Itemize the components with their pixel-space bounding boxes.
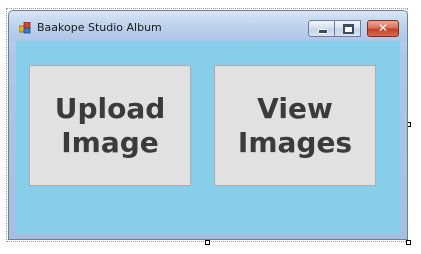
form-client-area: Upload Image View Images [16,41,400,234]
upload-image-label: Upload Image [54,91,166,159]
minimize-icon [318,29,328,34]
title-bar[interactable]: Baakope Studio Album ✕ [9,11,407,41]
form-designer-surface: Baakope Studio Album ✕ Upload Image View… [0,0,421,254]
app-icon [19,22,31,34]
minimize-button[interactable] [308,20,335,37]
upload-image-button[interactable]: Upload Image [29,65,191,186]
close-button[interactable]: ✕ [367,20,399,37]
resize-handle-bottom-right[interactable] [406,240,411,245]
resize-handle-bottom[interactable] [205,240,210,245]
close-icon: ✕ [377,21,389,35]
view-images-button[interactable]: View Images [214,65,376,186]
maximize-icon [343,24,354,34]
caption-buttons: ✕ [308,20,399,37]
maximize-button[interactable] [335,20,361,37]
form-window: Baakope Studio Album ✕ Upload Image View… [8,10,408,240]
view-images-label: View Images [237,91,353,159]
window-title: Baakope Studio Album [37,21,162,34]
